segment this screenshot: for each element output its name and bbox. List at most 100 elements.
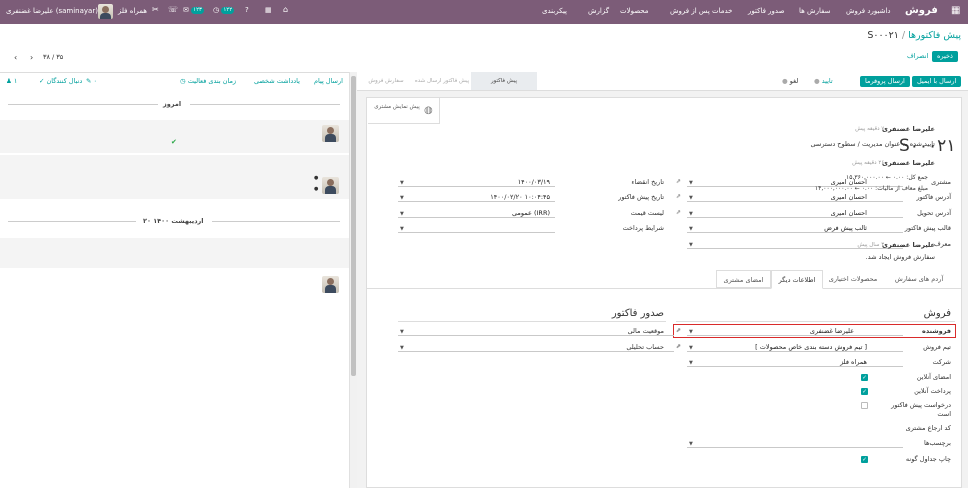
paperclip-icon: ✎ bbox=[86, 77, 92, 85]
invoice-address-external-icon[interactable]: ⇗ bbox=[676, 193, 681, 200]
message-1-time: - ۷ دقیقه پیش bbox=[855, 126, 888, 132]
sales-team-dropdown-icon[interactable]: ▼ bbox=[689, 345, 693, 351]
quotation-template-field[interactable] bbox=[687, 223, 903, 233]
tab-customer-signature[interactable]: امضای مشتری bbox=[716, 270, 771, 288]
print-variants-checkbox[interactable]: ✓ bbox=[861, 456, 868, 463]
company-value: همراه فلز bbox=[840, 358, 867, 366]
pager-value[interactable]: ۳۸ / ۳۵ bbox=[43, 53, 63, 61]
check-icon: ✓ bbox=[39, 77, 45, 85]
online-payment-checkbox[interactable]: ✓ bbox=[861, 388, 868, 395]
chatter-scrollbar-thumb[interactable] bbox=[351, 76, 356, 376]
quotation-date-label: تاریخ پیش فاکتور bbox=[618, 193, 664, 201]
prev-icon[interactable]: ‹ bbox=[14, 54, 17, 62]
fiscal-position-external-icon[interactable]: ⇗ bbox=[676, 327, 681, 334]
send-email-button[interactable]: ارسال با ایمیل bbox=[912, 76, 962, 87]
log-note-button[interactable]: یادداشت شخصی bbox=[254, 77, 300, 85]
quotation-template-dropdown-icon[interactable]: ▼ bbox=[689, 226, 693, 232]
clock-icon-2: ◷ bbox=[180, 77, 186, 85]
send-message-button[interactable]: ارسال پیام bbox=[314, 77, 343, 85]
send-proforma-button[interactable]: ارسال پروفرما bbox=[860, 76, 910, 87]
schedule-activity-button[interactable]: ◷ زمان بندی فعالیت bbox=[180, 77, 236, 85]
user-avatar[interactable] bbox=[98, 4, 113, 19]
thumbs-up-icon[interactable]: ✔ bbox=[171, 139, 177, 146]
confirm-button[interactable]: ● تایید bbox=[812, 76, 835, 87]
delivery-address-external-icon[interactable]: ⇗ bbox=[676, 209, 681, 216]
message-2-avatar bbox=[322, 177, 339, 194]
chatter-scrollbar[interactable] bbox=[349, 72, 357, 488]
fiscal-position-dropdown-icon[interactable]: ▼ bbox=[400, 329, 404, 335]
tab-other-info[interactable]: اطلاعات دیگر bbox=[771, 270, 823, 289]
quotation-request-checkbox[interactable] bbox=[861, 402, 868, 409]
quotation-date-dropdown-icon[interactable]: ▼ bbox=[400, 195, 404, 201]
expiration-dropdown-icon[interactable]: ▼ bbox=[400, 180, 404, 186]
customer-preview-button[interactable]: ◍ پیش نمایش مشتری bbox=[368, 98, 440, 124]
user-menu[interactable]: علیرضا غضنفری (saminayar) bbox=[6, 7, 98, 15]
tags-field[interactable] bbox=[687, 438, 903, 448]
phone-icon[interactable]: ☏ bbox=[168, 6, 178, 14]
breadcrumb-current: S۰۰۰۲۱ bbox=[867, 30, 899, 41]
control-panel bbox=[0, 24, 968, 72]
breadcrumb-parent[interactable]: پیش فاکتورها bbox=[908, 30, 961, 41]
pricelist-dropdown-icon[interactable]: ▼ bbox=[400, 211, 404, 217]
stage-quotation[interactable]: پیش فاکتور bbox=[471, 72, 537, 90]
menu-configuration[interactable]: پیکربندی bbox=[542, 7, 567, 15]
tab-optional-products[interactable]: محصولات اختیاری bbox=[823, 271, 883, 288]
online-signature-checkbox[interactable]: ✓ bbox=[861, 374, 868, 381]
cancel-button[interactable]: ● لغو bbox=[780, 76, 801, 87]
tab-order-lines[interactable]: آردم های سفارش bbox=[883, 271, 955, 288]
clock-icon: ◷ bbox=[213, 6, 220, 14]
delivery-address-field[interactable] bbox=[687, 208, 903, 218]
tags-dropdown-icon[interactable]: ▼ bbox=[689, 441, 693, 447]
salesperson-dropdown-icon[interactable]: ▼ bbox=[689, 329, 693, 335]
discard-button[interactable]: انصراف bbox=[902, 51, 933, 62]
activity-button[interactable]: ◷ ۱۲۲ bbox=[213, 6, 235, 14]
app-name[interactable]: فروش bbox=[905, 5, 938, 16]
messages-button[interactable]: ✉ ۱۲۳ bbox=[183, 6, 204, 14]
message-1 bbox=[0, 120, 349, 153]
follow-label: دنبال کنندگان bbox=[46, 77, 83, 85]
payment-terms-field[interactable] bbox=[398, 223, 555, 233]
followers-button[interactable]: ♟ ۱ bbox=[6, 77, 17, 85]
apps-grid-icon[interactable]: ▦ bbox=[951, 6, 960, 16]
company-field[interactable] bbox=[687, 357, 903, 367]
fiscal-position-field[interactable] bbox=[398, 326, 674, 336]
menu-dashboard[interactable]: داشبورد فروش bbox=[846, 7, 891, 15]
home-icon[interactable]: ⌂ bbox=[283, 6, 288, 14]
analytic-account-external-icon[interactable]: ⇗ bbox=[676, 343, 681, 350]
attachments-button[interactable]: ✎ ۰ bbox=[86, 77, 97, 85]
menu-reporting[interactable]: گزارش bbox=[588, 7, 609, 15]
stage-sales-order[interactable]: سفارش فروش bbox=[361, 72, 411, 90]
chat-icon: ✉ bbox=[183, 6, 189, 14]
tabs-bar bbox=[367, 288, 961, 289]
delivery-address-dropdown-icon[interactable]: ▼ bbox=[689, 211, 693, 217]
invoice-address-value: احسان امیری bbox=[830, 193, 867, 201]
menu-after-sales[interactable]: خدمات پس از فروش bbox=[670, 7, 732, 15]
cancel-label: لغو bbox=[789, 77, 799, 85]
company-dropdown-icon[interactable]: ▼ bbox=[689, 360, 693, 366]
save-button[interactable]: ذخیره bbox=[932, 51, 958, 62]
customer-external-icon[interactable]: ⇗ bbox=[676, 178, 681, 185]
top-navbar: ▦ فروش داشبورد فروش سفارش ها صدور فاکتور… bbox=[0, 0, 968, 24]
menu-orders[interactable]: سفارش ها bbox=[799, 7, 831, 15]
help-icon[interactable]: ? bbox=[245, 7, 249, 14]
menu-products[interactable]: محصولات bbox=[620, 7, 649, 15]
activity-badge: ۱۲۲ bbox=[221, 6, 235, 14]
separator-date: ۲۰ اردیبهشت ۱۴۰۰ bbox=[143, 217, 204, 225]
payment-terms-dropdown-icon[interactable]: ▼ bbox=[400, 226, 404, 232]
grid-icon[interactable]: ▦ bbox=[265, 7, 272, 14]
invoice-address-dropdown-icon[interactable]: ▼ bbox=[689, 195, 693, 201]
customer-dropdown-icon[interactable]: ▼ bbox=[689, 180, 693, 186]
salesperson-input bbox=[687, 326, 903, 336]
quotation-request-label: درخواست پیش فاکتور است bbox=[891, 401, 951, 418]
follow-button[interactable]: ✓ دنبال کنندگان bbox=[39, 77, 82, 85]
debug-icon[interactable]: ✂ bbox=[152, 6, 159, 14]
stage-quotation-sent[interactable]: پیش فاکتور ارسال شده bbox=[412, 72, 472, 90]
next-icon[interactable]: › bbox=[30, 54, 33, 62]
invoice-address-field[interactable] bbox=[687, 192, 903, 202]
company-switcher[interactable]: همراه فلز bbox=[118, 7, 147, 15]
menu-invoicing[interactable]: صدور فاکتور bbox=[748, 7, 785, 15]
bullet-2: ● bbox=[314, 186, 319, 192]
referrer-dropdown-icon[interactable]: ▼ bbox=[689, 242, 693, 248]
analytic-account-field[interactable] bbox=[398, 342, 674, 352]
analytic-account-dropdown-icon[interactable]: ▼ bbox=[400, 345, 404, 351]
